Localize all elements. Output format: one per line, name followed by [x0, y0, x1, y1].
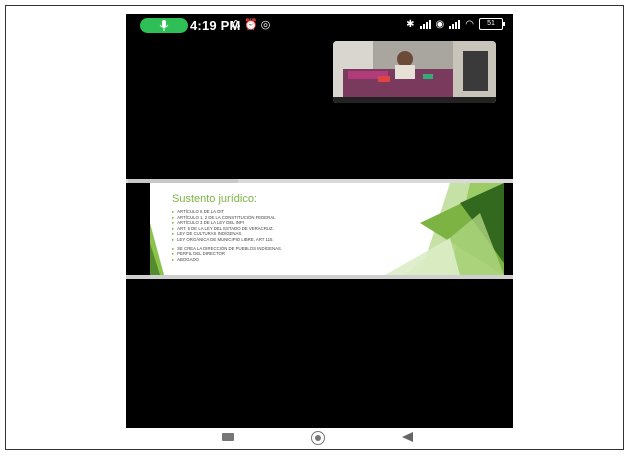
home-button[interactable] [311, 431, 325, 445]
shared-screen: Sustento jurídico: ARTÍCULO 6 DE LA OIT … [126, 179, 513, 279]
bluetooth-icon: ✱ [406, 18, 415, 30]
slide-title: Sustento jurídico: [172, 193, 257, 205]
recent-apps-button[interactable] [222, 433, 234, 441]
bullet-item: LEY ORGÁNICA DE MUNICIPIO LIBRE, ART 115… [172, 237, 282, 243]
wifi-icon: ◠ [465, 18, 474, 30]
signal-2-icon [449, 19, 461, 29]
bullet-item: ABOGADO [172, 257, 282, 263]
slide-window-taskbar [126, 275, 513, 279]
notification-icons: ♺ ⏰ ◎ [231, 18, 270, 31]
sync-icon: ♺ [231, 19, 241, 31]
phone-screen: 4:19 PM ♺ ⏰ ◎ ✱ ◉ ◠ 51 Sustento jurídico… [126, 14, 513, 428]
system-icons: ✱ ◉ ◠ 51 [406, 18, 505, 30]
slide-bullet-list: ARTÍCULO 6 DE LA OIT ARTÍCULO 1, 2 DE LA… [172, 209, 282, 262]
whatsapp-icon: ◎ [260, 19, 271, 31]
alarm-icon: ⏰ [243, 19, 258, 31]
presentation-slide: Sustento jurídico: ARTÍCULO 6 DE LA OIT … [150, 183, 504, 275]
camera-feed-image [333, 41, 496, 103]
status-bar: 4:19 PM ♺ ⏰ ◎ ✱ ◉ ◠ 51 [126, 14, 513, 38]
battery-icon: 51 [479, 18, 505, 30]
signal-1-icon [419, 19, 431, 29]
microphone-icon [159, 20, 169, 31]
mic-active-indicator[interactable] [140, 18, 188, 33]
back-button[interactable] [402, 432, 413, 442]
camera-thumbnail[interactable] [333, 41, 496, 103]
volte-icon: ◉ [435, 18, 445, 30]
